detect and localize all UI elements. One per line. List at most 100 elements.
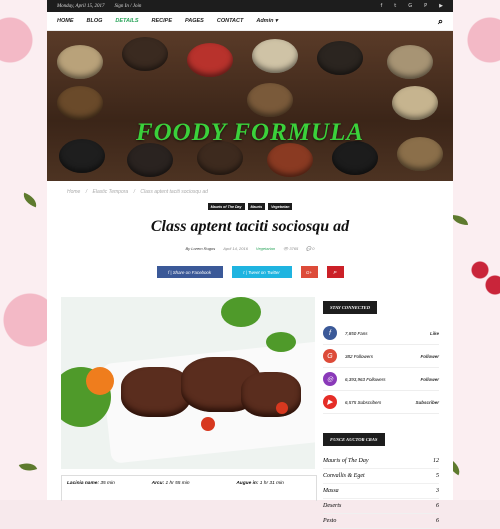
sidebar-category-item[interactable]: Massa 3: [323, 484, 439, 499]
spice-spoon: [57, 86, 103, 120]
sidebar-category-item[interactable]: Convallis & Eget 5: [323, 469, 439, 484]
facebook-icon[interactable]: f: [381, 3, 383, 9]
social-row-youtube[interactable]: ▶ 6,575 Subscribers Subscriber: [323, 391, 439, 414]
post-featured-image: [61, 297, 315, 469]
breadcrumb: Home / Elastic Tempora / Class aptent ta…: [67, 189, 212, 195]
facebook-icon: f: [323, 326, 337, 340]
spice-spoon: [127, 143, 173, 177]
category-tag[interactable]: Mauris of The Day: [207, 203, 245, 210]
share-twitter-button[interactable]: t | Tweet on Twitter: [231, 266, 292, 278]
spice-spoon: [57, 45, 103, 79]
page-container: Monday, April 15, 2017 Sign In / Join f …: [47, 0, 453, 529]
category-name: Convallis & Eget: [323, 473, 365, 479]
social-count: 382 Followers: [345, 353, 374, 359]
category-tag[interactable]: Vegetarian: [268, 203, 293, 210]
category-count: 6: [436, 503, 439, 509]
category-name: Deserts: [323, 503, 342, 509]
social-row-facebook[interactable]: f 7,850 Fans Like: [323, 322, 439, 345]
top-bar: Monday, April 15, 2017 Sign In / Join f …: [47, 0, 453, 12]
category-count: 5: [436, 473, 439, 479]
spice-spoon: [317, 41, 363, 75]
youtube-icon[interactable]: ▶: [439, 3, 443, 9]
breadcrumb-current: Class aptent taciti sociosqu ad: [140, 189, 208, 195]
social-count: 6,393,963 Followers: [345, 376, 386, 382]
category-name: Massa: [323, 488, 339, 494]
nav-item-pages[interactable]: PAGES: [185, 18, 204, 24]
category-count: 3: [436, 488, 439, 494]
category-name: Mauris of The Day: [323, 458, 369, 464]
stay-connected-title: Stay Connected: [323, 301, 378, 314]
post-comments[interactable]: 💬 0: [306, 246, 314, 251]
share-buttons: f | Share on Facebook t | Tweet on Twitt…: [47, 266, 453, 278]
category-count: 12: [433, 458, 439, 464]
pinterest-icon[interactable]: P: [424, 3, 427, 9]
social-action[interactable]: Follower: [420, 354, 439, 359]
cook-time: Arcu: 1 hr 55 min: [151, 481, 190, 486]
leaf-decoration: [18, 459, 38, 475]
social-count: 6,575 Subscribers: [345, 399, 382, 405]
breadcrumb-separator: /: [85, 189, 88, 195]
spice-spoon: [187, 43, 233, 77]
sidebar-category-item[interactable]: Pesto 6: [323, 514, 439, 529]
social-action[interactable]: Follower: [420, 377, 439, 382]
sidebar-category-item[interactable]: Deserts 6: [323, 499, 439, 514]
herbs: [221, 297, 261, 327]
social-action[interactable]: Like: [430, 331, 439, 336]
nav-item-contact[interactable]: CONTACT: [217, 18, 243, 24]
leaf-decoration: [20, 192, 40, 208]
search-icon[interactable]: ⌕: [438, 16, 443, 27]
post-categories: Mauris of The Day Mauris Vegetarian: [47, 203, 453, 210]
herbs: [266, 332, 296, 352]
spice-spoon: [392, 86, 438, 120]
header-banner: FOODY FORMULA: [47, 31, 453, 181]
gplus-icon[interactable]: G: [408, 3, 412, 9]
social-row-instagram[interactable]: ◎ 6,393,963 Followers Follower: [323, 368, 439, 391]
post-title: Class aptent taciti sociosqu ad: [150, 218, 350, 235]
social-row-gplus[interactable]: G 382 Followers Follower: [323, 345, 439, 368]
spice-spoon: [387, 45, 433, 79]
social-count: 7,850 Fans: [345, 330, 368, 336]
nav-item-details[interactable]: DETAILS: [115, 18, 138, 24]
share-gplus-button[interactable]: G+: [300, 266, 318, 278]
recipe-times: Lacinia name: 35 min Arcu: 1 hr 55 min A…: [61, 475, 317, 501]
nav-item-home[interactable]: HOME: [57, 18, 74, 24]
post-meta: By Lorem Rugos April 14, 2016 Vegetarian…: [47, 246, 453, 251]
instagram-icon: ◎: [323, 372, 337, 386]
post-views: 👁 3765: [283, 246, 299, 251]
category-tag[interactable]: Mauris: [247, 203, 266, 210]
nav-item-blog[interactable]: BLOG: [87, 18, 103, 24]
category-count: 6: [436, 518, 439, 524]
share-pinterest-button[interactable]: P: [326, 266, 344, 278]
social-action[interactable]: Subscriber: [415, 400, 439, 405]
breadcrumb-home[interactable]: Home: [67, 189, 80, 195]
tomato: [276, 402, 288, 414]
post-author[interactable]: By Lorem Rugos: [185, 246, 215, 251]
share-facebook-button[interactable]: f | Share on Facebook: [156, 266, 223, 278]
categories-widget-title: Fusce Auctor Cras: [323, 433, 385, 446]
carrot-flower: [86, 367, 114, 395]
gplus-icon: G: [323, 349, 337, 363]
spice-spoon: [267, 143, 313, 177]
tomato: [201, 417, 215, 431]
post-category[interactable]: Vegetarian: [256, 246, 275, 251]
sidebar: Stay Connected f 7,850 Fans Like G 382 F…: [323, 296, 439, 529]
spice-spoon: [122, 37, 168, 71]
date-text: Monday, April 15, 2017: [57, 3, 105, 9]
spice-spoon: [247, 83, 293, 117]
grilled-meat: [241, 372, 301, 417]
youtube-icon: ▶: [323, 395, 337, 409]
post-date: April 14, 2016: [223, 246, 248, 251]
main-nav: HOME BLOG DETAILS RECIPE PAGES CONTACT A…: [47, 12, 453, 31]
site-title[interactable]: FOODY FORMULA: [47, 119, 453, 147]
total-time: Augue in: 1 hr 31 min: [236, 481, 284, 486]
twitter-icon[interactable]: t: [394, 3, 396, 9]
sidebar-category-item[interactable]: Mauris of The Day 12: [323, 454, 439, 469]
nav-item-recipe[interactable]: RECIPE: [152, 18, 172, 24]
nav-item-admin[interactable]: Admin ▾: [256, 18, 277, 24]
leaf-decoration: [452, 215, 468, 225]
category-name: Pesto: [323, 518, 337, 524]
breadcrumb-separator: /: [133, 189, 135, 195]
spice-spoon: [252, 39, 298, 73]
breadcrumb-category[interactable]: Elastic Tempora: [93, 189, 129, 195]
signin-link[interactable]: Sign In / Join: [115, 4, 142, 9]
